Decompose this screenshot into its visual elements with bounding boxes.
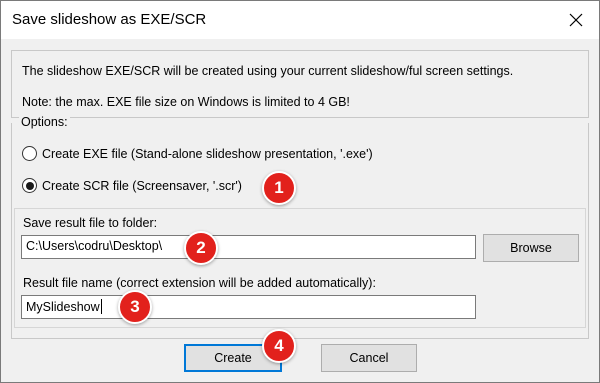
create-scr-label: Create SCR file (Screensaver, '.scr') xyxy=(42,178,242,193)
browse-button[interactable]: Browse xyxy=(483,234,579,262)
close-button[interactable] xyxy=(553,1,599,39)
radio-button-exe[interactable] xyxy=(22,146,37,161)
filename-input[interactable]: MySlideshow xyxy=(21,295,476,319)
radio-button-scr[interactable] xyxy=(22,178,37,193)
dialog-title: Save slideshow as EXE/SCR xyxy=(12,11,207,28)
save-exe-scr-dialog: Save slideshow as EXE/SCR The slideshow … xyxy=(0,0,600,383)
filename-label: Result file name (correct extension will… xyxy=(23,276,376,290)
cancel-button-label: Cancel xyxy=(349,351,389,365)
folder-input-value: C:\Users\codru\Desktop\ xyxy=(26,239,163,253)
radio-selected-dot xyxy=(25,181,34,190)
step-badge-4: 4 xyxy=(262,329,296,363)
options-group-label: Options: xyxy=(19,115,70,129)
text-caret xyxy=(100,299,102,314)
folder-label: Save result file to folder: xyxy=(23,216,158,230)
close-icon xyxy=(569,13,583,27)
create-exe-label: Create EXE file (Stand-alone slideshow p… xyxy=(42,146,373,161)
info-text-size-limit: Note: the max. EXE file size on Windows … xyxy=(22,95,350,109)
filename-input-value: MySlideshow xyxy=(26,300,100,314)
info-text-settings: The slideshow EXE/SCR will be created us… xyxy=(22,64,514,78)
create-button-label: Create xyxy=(214,351,252,365)
step-badge-3: 3 xyxy=(118,290,152,324)
create-scr-radio[interactable]: Create SCR file (Screensaver, '.scr') xyxy=(22,178,242,193)
cancel-button[interactable]: Cancel xyxy=(321,344,417,372)
folder-input[interactable]: C:\Users\codru\Desktop\ xyxy=(21,235,476,259)
browse-button-label: Browse xyxy=(510,241,552,255)
step-badge-2: 2 xyxy=(184,231,218,265)
info-panel: The slideshow EXE/SCR will be created us… xyxy=(11,50,589,118)
title-bar: Save slideshow as EXE/SCR xyxy=(1,1,599,39)
step-badge-1: 1 xyxy=(262,171,296,205)
create-exe-radio[interactable]: Create EXE file (Stand-alone slideshow p… xyxy=(22,146,373,161)
